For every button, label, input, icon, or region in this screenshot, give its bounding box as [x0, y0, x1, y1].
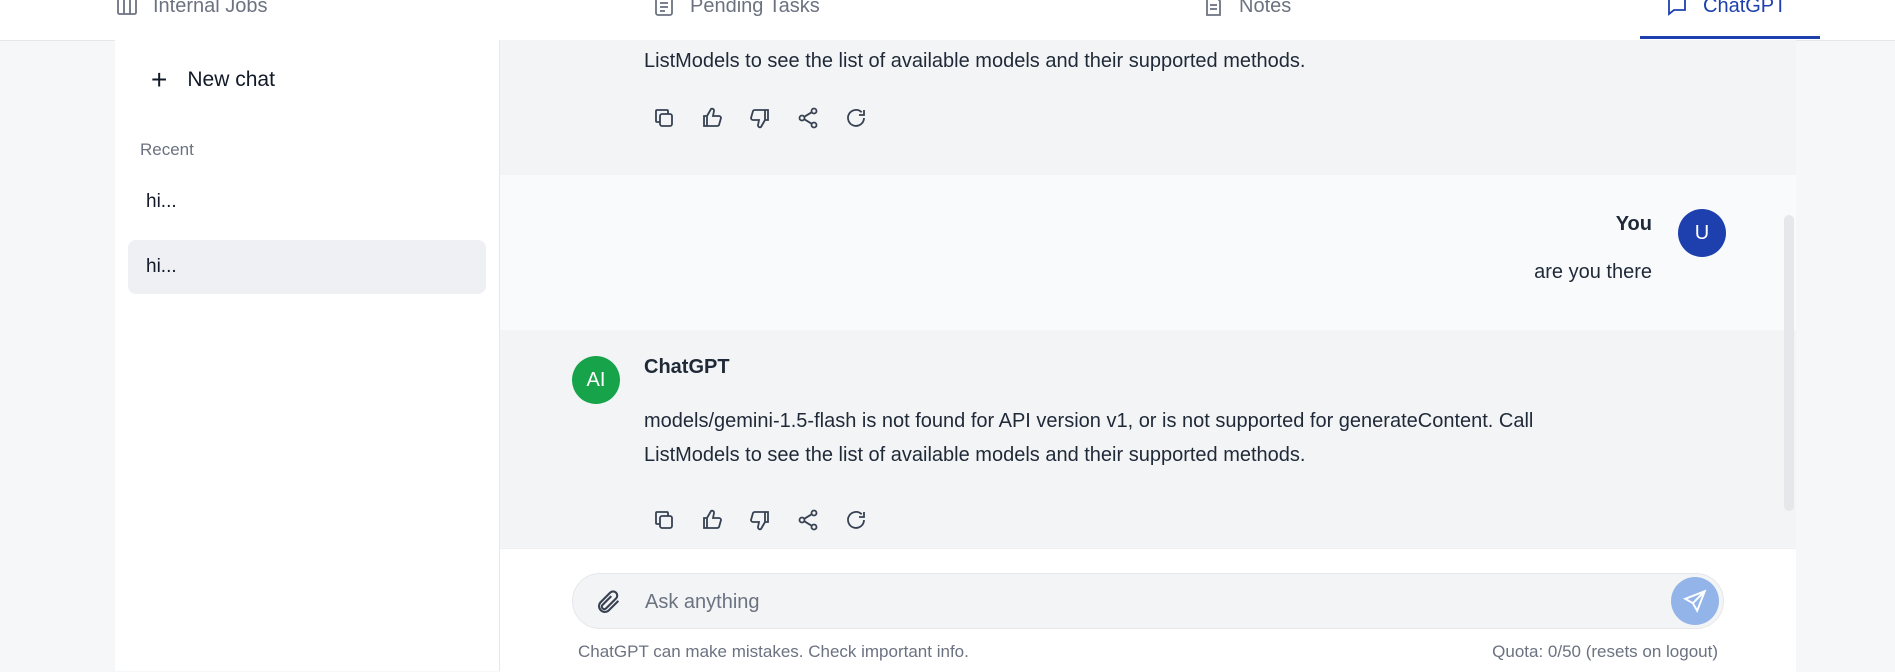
tab-label: Pending Tasks: [690, 0, 820, 17]
attach-button[interactable]: [595, 588, 623, 616]
send-icon: [1682, 589, 1707, 614]
ai-message-text-line1: models/gemini-1.5-flash is not found for…: [644, 410, 1534, 432]
recent-chat-item[interactable]: hi...: [128, 175, 486, 229]
tab-pending-tasks[interactable]: Pending Tasks: [652, 0, 820, 26]
message-actions: [650, 104, 870, 132]
ai-name: ChatGPT: [644, 356, 730, 378]
active-tab-indicator: [1640, 36, 1820, 39]
ai-avatar: AI: [572, 356, 620, 404]
thumbs-down-icon: [750, 109, 769, 129]
top-tab-bar: Internal Jobs Pending Tasks Notes ChatGP…: [0, 0, 1895, 41]
tab-label: Internal Jobs: [153, 0, 268, 17]
clipboard-list-icon: [655, 0, 673, 16]
thumbs-down-icon: [750, 511, 769, 531]
tab-internal-jobs[interactable]: Internal Jobs: [115, 0, 268, 26]
new-chat-button[interactable]: + New chat: [151, 58, 275, 102]
disclaimer-text: ChatGPT can make mistakes. Check importa…: [578, 642, 969, 661]
ai-message: ListModels to see the list of available …: [500, 40, 1796, 175]
message-input[interactable]: [643, 582, 1627, 622]
chat-scrollbar[interactable]: [1784, 215, 1794, 511]
regenerate-button[interactable]: [842, 506, 870, 534]
share-icon: [798, 509, 818, 531]
plus-icon: +: [151, 64, 168, 95]
recent-chat-title: hi...: [146, 256, 177, 277]
share-icon: [798, 107, 818, 129]
paperclip-icon: [598, 590, 620, 613]
document-icon: [1206, 0, 1221, 16]
copy-button[interactable]: [650, 104, 678, 132]
refresh-icon: [847, 511, 865, 529]
new-chat-label: New chat: [187, 68, 275, 91]
tab-label: ChatGPT: [1703, 0, 1787, 17]
quota-text: Quota: 0/50 (resets on logout): [1492, 642, 1718, 661]
recent-chat-item-selected[interactable]: hi...: [128, 240, 486, 294]
share-button[interactable]: [794, 506, 822, 534]
user-name: You: [1615, 213, 1652, 235]
thumbs-up-icon: [703, 107, 722, 127]
tab-label: Notes: [1239, 0, 1292, 17]
thumbs-up-icon: [703, 509, 722, 529]
ai-message-text-line2: ListModels to see the list of available …: [644, 444, 1306, 466]
composer-area: ChatGPT can make mistakes. Check importa…: [500, 548, 1796, 672]
message-composer: [572, 573, 1724, 629]
thumbs-up-button[interactable]: [698, 104, 726, 132]
ai-message-text: ListModels to see the list of available …: [644, 50, 1306, 72]
share-button[interactable]: [794, 104, 822, 132]
chat-sidebar: + New chat Recent hi... hi...: [115, 40, 500, 671]
recent-heading: Recent: [140, 140, 194, 159]
user-message: You are you there U: [500, 175, 1796, 330]
user-message-text: are you there: [1534, 261, 1652, 283]
user-avatar: U: [1678, 209, 1726, 257]
columns-icon: [117, 0, 137, 15]
tab-notes[interactable]: Notes: [1201, 0, 1291, 26]
thumbs-down-button[interactable]: [746, 104, 774, 132]
recent-chat-title: hi...: [146, 191, 177, 212]
copy-button[interactable]: [650, 506, 678, 534]
regenerate-button[interactable]: [842, 104, 870, 132]
thumbs-down-button[interactable]: [746, 506, 774, 534]
refresh-icon: [847, 109, 865, 127]
chat-bubble-icon: [1668, 0, 1686, 16]
send-button[interactable]: [1671, 577, 1719, 625]
chat-thread: ListModels to see the list of available …: [500, 40, 1796, 547]
thumbs-up-button[interactable]: [698, 506, 726, 534]
tab-chatgpt[interactable]: ChatGPT: [1665, 0, 1786, 26]
copy-icon: [655, 109, 673, 127]
copy-icon: [655, 511, 673, 529]
ai-message: AI ChatGPT models/gemini-1.5-flash is no…: [500, 330, 1796, 547]
message-actions: [650, 506, 870, 534]
